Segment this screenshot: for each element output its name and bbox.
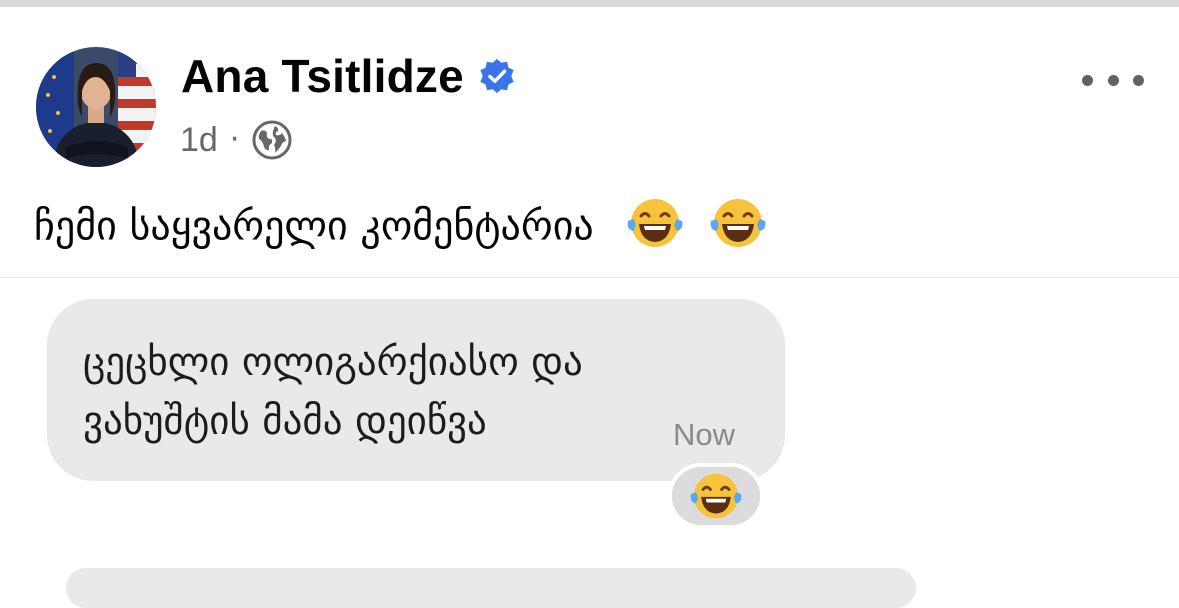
author-avatar[interactable] bbox=[36, 47, 156, 167]
author-name[interactable]: Ana Tsitlidze bbox=[181, 53, 464, 99]
message-line-1: ცეცხლი ოლიგარქიასო და bbox=[83, 340, 583, 385]
message-line-2: ვახუშტის მამა დეიწვა bbox=[83, 399, 487, 444]
message-bubble[interactable]: ცეცხლი ოლიგარქიასო და ვახუშტის მამა დეიწ… bbox=[47, 299, 785, 481]
post-text-body: ჩემი საყვარელი კომენტარია bbox=[34, 203, 594, 250]
more-dot-icon bbox=[1133, 74, 1144, 86]
post-timestamp[interactable]: 1d bbox=[180, 121, 218, 160]
post-header: Ana Tsitlidze 1d · ჩემი საყვარელი კომენტ… bbox=[0, 7, 1179, 277]
post-text: ჩემი საყვარელი კომენტარია bbox=[34, 195, 769, 262]
header-divider bbox=[0, 277, 1179, 278]
message-text: ცეცხლი ოლიგარქიასო და ვახუშტის მამა დეიწ… bbox=[83, 333, 583, 451]
more-dot-icon bbox=[1082, 74, 1093, 86]
laughing-tears-emoji-icon bbox=[624, 195, 686, 262]
laughing-tears-emoji-icon bbox=[707, 195, 769, 262]
globe-icon[interactable] bbox=[251, 119, 293, 161]
message-reaction[interactable] bbox=[668, 463, 764, 529]
verified-badge-icon bbox=[478, 57, 516, 95]
message-time: Now bbox=[673, 417, 736, 452]
meta-separator: · bbox=[229, 122, 240, 157]
more-dot-icon bbox=[1107, 74, 1119, 86]
top-separator-bar bbox=[0, 0, 1179, 7]
more-options-button[interactable] bbox=[1082, 65, 1144, 95]
laughing-tears-emoji-icon bbox=[690, 473, 742, 519]
next-message-bubble[interactable] bbox=[66, 568, 916, 608]
